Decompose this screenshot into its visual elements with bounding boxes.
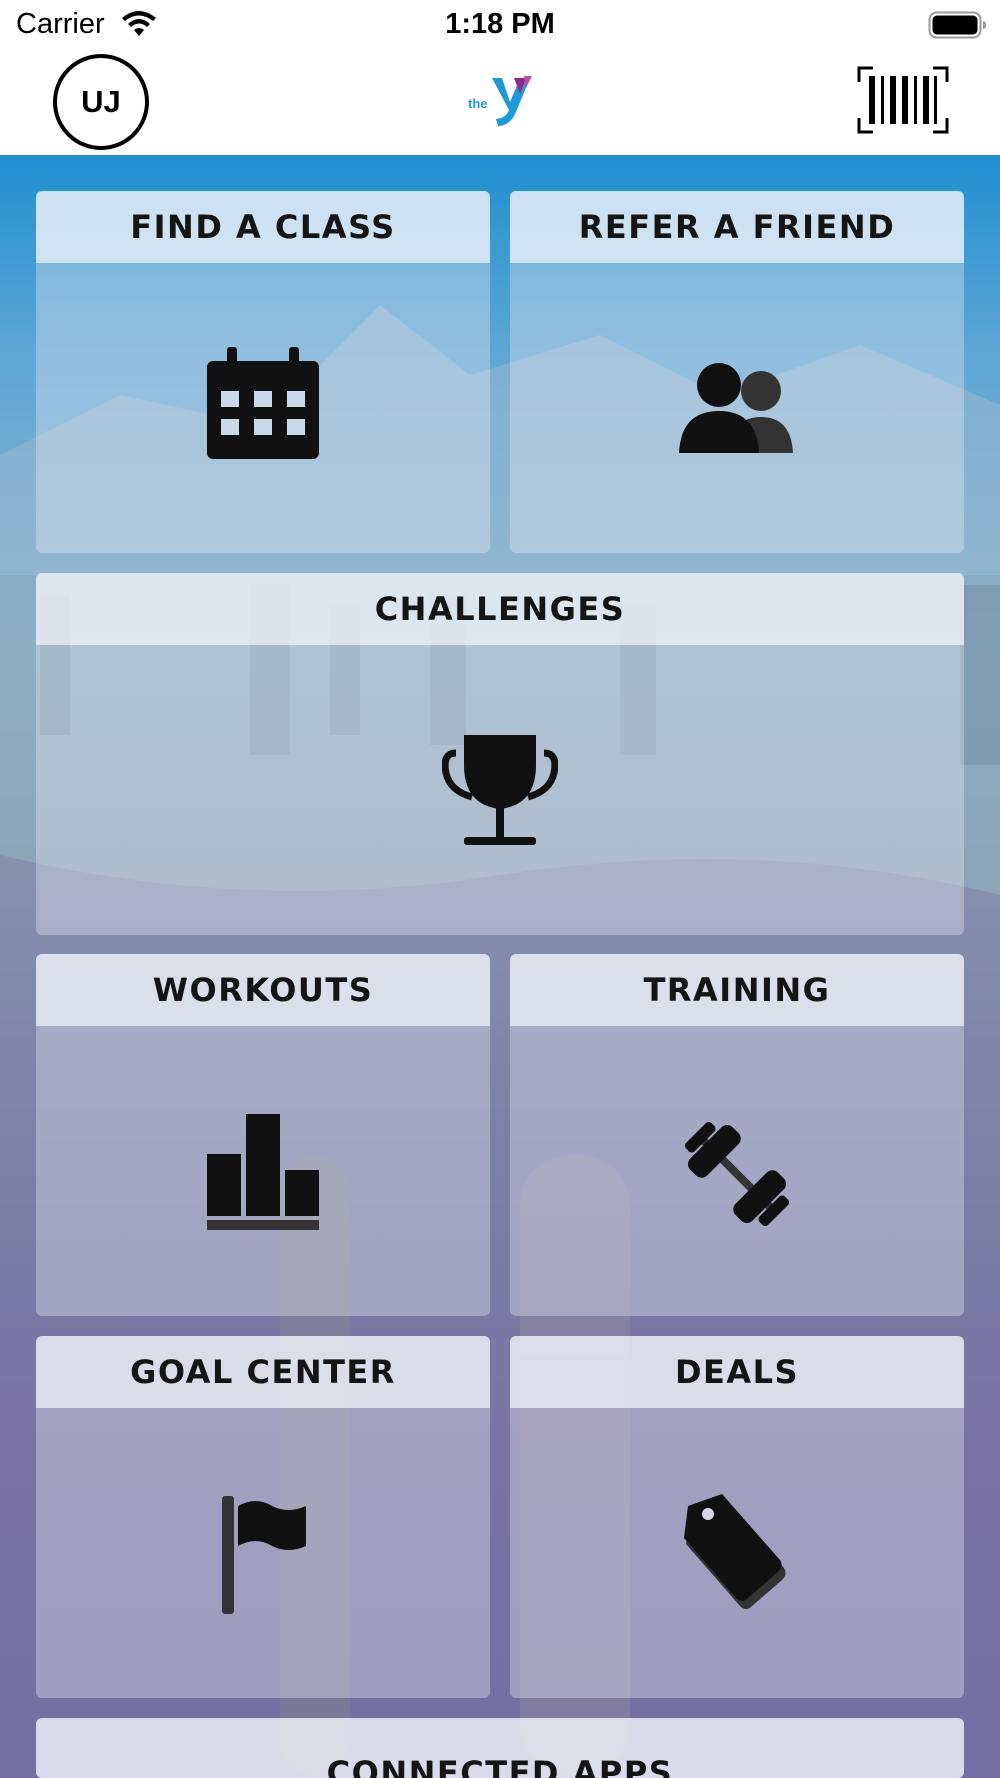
tile-title: GOAL CENTER [130,1353,396,1391]
people-icon [679,363,793,453]
tile-header: FIND A CLASS [36,191,490,263]
challenges-tile[interactable]: CHALLENGES [36,573,964,935]
status-bar: Carrier 1:18 PM [0,0,1000,50]
find-a-class-tile[interactable]: FIND A CLASS [36,191,490,553]
tile-title: TRAINING [643,971,831,1009]
clock: 1:18 PM [445,8,555,40]
tile-header: DEALS [510,1336,964,1408]
tile-header: CONNECTED APPS [36,1718,964,1778]
tile-header: TRAINING [510,954,964,1026]
avatar[interactable]: UJ [53,54,149,150]
tile-title: CHALLENGES [374,590,626,628]
connected-apps-tile[interactable]: CONNECTED APPS [36,1718,964,1778]
logo-text: the [468,96,488,111]
trophy-icon [442,735,558,845]
goal-center-tile[interactable]: GOAL CENTER [36,1336,490,1698]
refer-a-friend-tile[interactable]: REFER A FRIEND [510,191,964,553]
tile-header: WORKOUTS [36,954,490,1026]
tile-title: FIND A CLASS [130,208,396,246]
battery-icon [928,11,986,39]
dumbbell-icon [684,1121,790,1227]
workouts-tile[interactable]: WORKOUTS [36,954,490,1316]
deals-tile[interactable]: DEALS [510,1336,964,1698]
barcode-icon[interactable] [857,66,949,134]
ymca-logo[interactable]: the [466,72,534,130]
bar-chart-icon [207,1114,319,1230]
tag-icon [684,1494,786,1609]
tile-title: CONNECTED APPS [326,1754,674,1778]
training-tile[interactable]: TRAINING [510,954,964,1316]
nav-bar: UJ the [0,50,1000,155]
tile-header: REFER A FRIEND [510,191,964,263]
tile-header: GOAL CENTER [36,1336,490,1408]
tile-title: REFER A FRIEND [578,208,896,246]
tile-header: CHALLENGES [36,573,964,645]
tile-title: DEALS [674,1353,800,1391]
calendar-icon [207,347,319,459]
flag-icon [222,1496,306,1614]
tile-title: WORKOUTS [152,971,374,1009]
